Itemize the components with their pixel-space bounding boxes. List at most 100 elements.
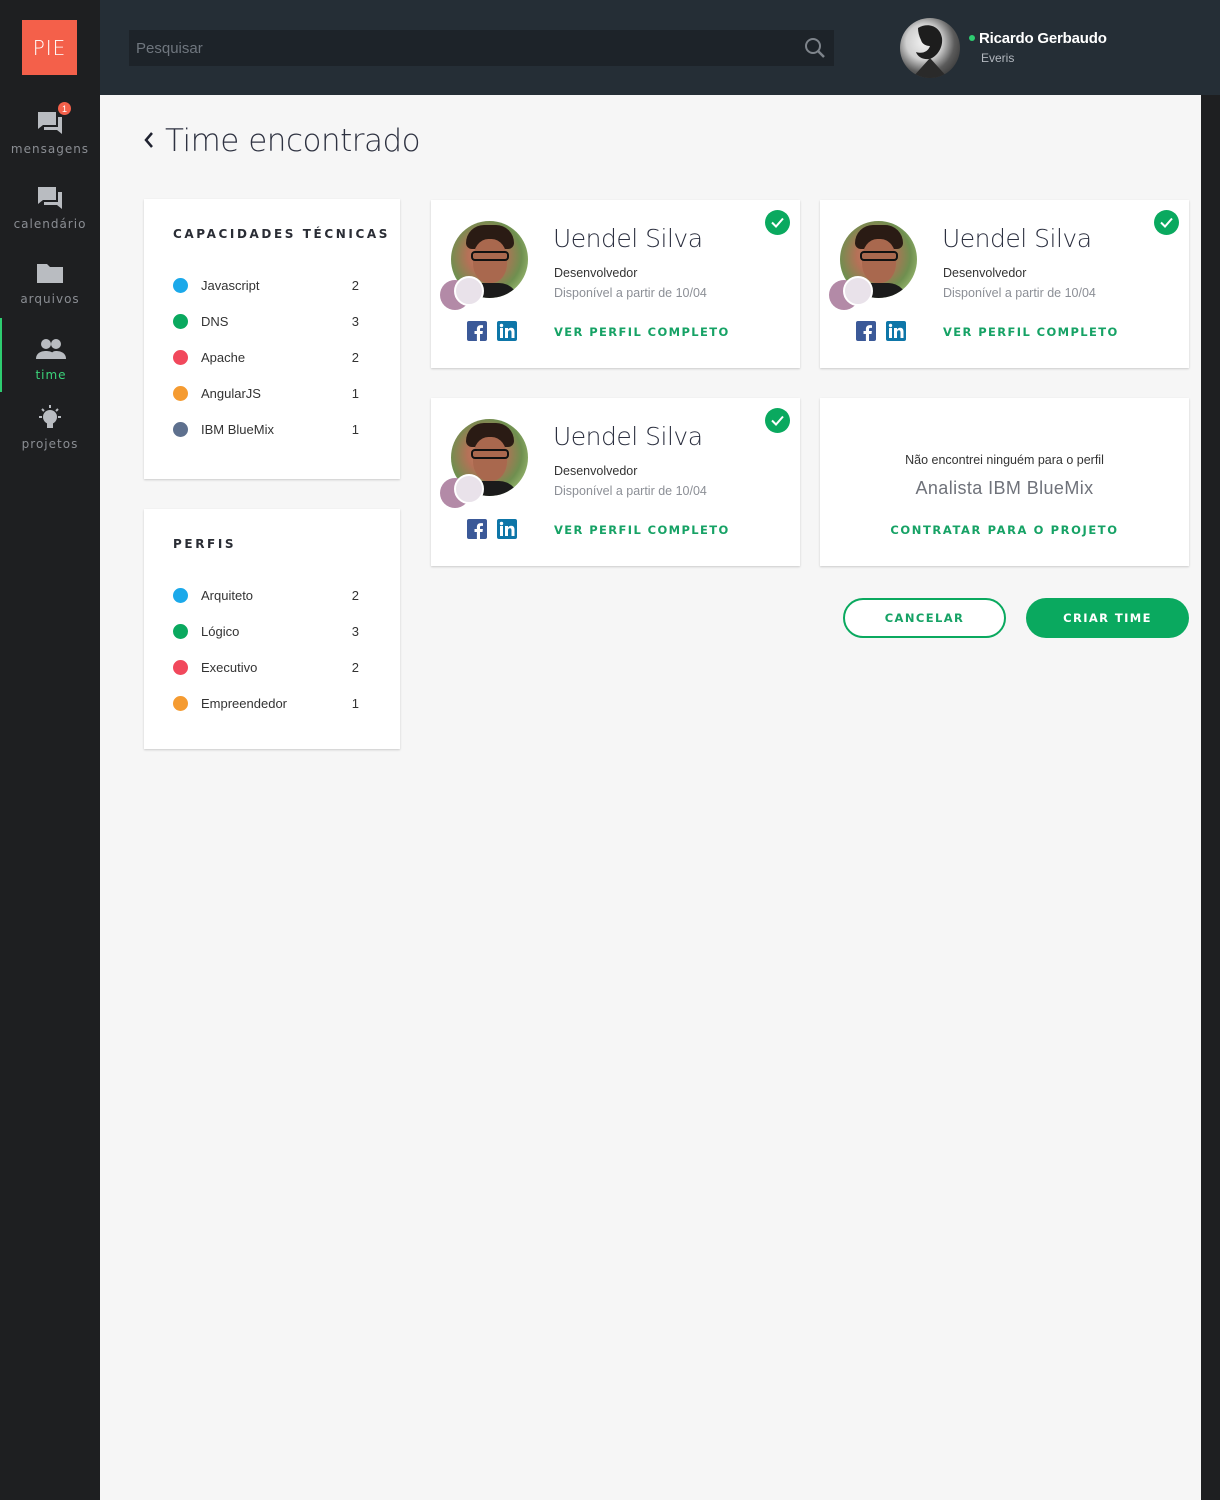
missing-profile-role: Analista IBM BlueMix bbox=[915, 478, 1094, 498]
list-item: AngularJS 1 bbox=[173, 383, 363, 403]
hire-for-project-link[interactable]: CONTRATAR PARA O PROJETO bbox=[820, 523, 1189, 537]
chat-icon: 1 bbox=[35, 102, 71, 138]
list-item: Javascript 2 bbox=[173, 275, 363, 295]
list-item: Lógico 3 bbox=[173, 621, 363, 641]
chat-icon bbox=[35, 183, 65, 213]
sidebar-item-label: arquivos bbox=[20, 292, 80, 306]
sidebar-item-calendario[interactable]: calendário bbox=[0, 183, 100, 253]
color-dot bbox=[173, 660, 188, 675]
panel-title: PERFIS bbox=[173, 537, 237, 551]
check-icon[interactable] bbox=[765, 408, 790, 433]
list-item: Arquiteto 2 bbox=[173, 585, 363, 605]
company-badge-icon bbox=[440, 276, 485, 316]
app-logo[interactable]: PIE bbox=[22, 20, 77, 75]
candidate-card: Uendel Silva Desenvolvedor Disponível a … bbox=[820, 200, 1189, 368]
list-item: DNS 3 bbox=[173, 311, 363, 331]
item-count: 2 bbox=[351, 278, 359, 293]
avatar[interactable] bbox=[900, 18, 960, 78]
item-label: IBM BlueMix bbox=[201, 422, 274, 437]
item-label: DNS bbox=[201, 314, 229, 329]
search-icon[interactable] bbox=[804, 37, 826, 64]
item-label: Arquiteto bbox=[201, 588, 254, 603]
item-label: Javascript bbox=[201, 278, 260, 293]
search-bar bbox=[129, 30, 834, 66]
back-arrow-icon[interactable] bbox=[142, 130, 156, 150]
candidate-card: Uendel Silva Desenvolvedor Disponível a … bbox=[431, 398, 800, 566]
sidebar-item-label: mensagens bbox=[10, 142, 90, 156]
list-item: IBM BlueMix 1 bbox=[173, 419, 363, 439]
sidebar-item-projetos[interactable]: projetos bbox=[0, 403, 100, 473]
sidebar-item-mensagens[interactable]: 1 mensagens bbox=[0, 102, 100, 178]
candidate-availability: Disponível a partir de 10/04 bbox=[943, 286, 1096, 300]
panel-title: CAPACIDADES TÉCNICAS bbox=[173, 227, 391, 241]
sidebar-item-label: calendário bbox=[13, 217, 87, 231]
item-count: 2 bbox=[351, 588, 359, 603]
user-company: Everis bbox=[981, 51, 1015, 65]
list-item: Empreendedor 1 bbox=[173, 693, 363, 713]
color-dot bbox=[173, 624, 188, 639]
candidate-availability: Disponível a partir de 10/04 bbox=[554, 286, 707, 300]
color-dot bbox=[173, 350, 188, 365]
candidate-availability: Disponível a partir de 10/04 bbox=[554, 484, 707, 498]
topbar: Ricardo Gerbaudo Everis bbox=[100, 0, 1220, 95]
search-input[interactable] bbox=[129, 30, 789, 66]
linkedin-icon[interactable] bbox=[886, 321, 906, 341]
sidebar-item-label: projetos bbox=[21, 437, 79, 451]
skills-panel: CAPACIDADES TÉCNICAS Javascript 2 DNS 3 … bbox=[144, 199, 400, 479]
view-profile-link[interactable]: VER PERFIL COMPLETO bbox=[554, 523, 730, 537]
sidebar-item-time[interactable]: time bbox=[0, 318, 100, 392]
cancel-button[interactable]: CANCELAR bbox=[843, 598, 1006, 638]
view-profile-link[interactable]: VER PERFIL COMPLETO bbox=[943, 325, 1119, 339]
missing-profile-card: Não encontrei ninguém para o perfil Anal… bbox=[820, 398, 1189, 566]
list-item: Executivo 2 bbox=[173, 657, 363, 677]
create-team-button[interactable]: CRIAR TIME bbox=[1026, 598, 1189, 638]
candidate-card: Uendel Silva Desenvolvedor Disponível a … bbox=[431, 200, 800, 368]
item-count: 3 bbox=[351, 314, 359, 329]
item-count: 1 bbox=[351, 696, 359, 711]
color-dot bbox=[173, 588, 188, 603]
candidate-name: Uendel Silva bbox=[942, 224, 1092, 253]
check-icon[interactable] bbox=[1154, 210, 1179, 235]
linkedin-icon[interactable] bbox=[497, 519, 517, 539]
item-count: 3 bbox=[351, 624, 359, 639]
page-title: Time encontrado bbox=[165, 123, 421, 159]
color-dot bbox=[173, 422, 188, 437]
item-count: 2 bbox=[351, 350, 359, 365]
color-dot bbox=[173, 314, 188, 329]
linkedin-icon[interactable] bbox=[497, 321, 517, 341]
candidate-role: Desenvolvedor bbox=[943, 266, 1027, 280]
item-label: Executivo bbox=[201, 660, 258, 675]
candidate-role: Desenvolvedor bbox=[554, 266, 638, 280]
candidate-name: Uendel Silva bbox=[553, 422, 703, 451]
folder-icon bbox=[35, 258, 65, 288]
candidate-name: Uendel Silva bbox=[553, 224, 703, 253]
color-dot bbox=[173, 278, 188, 293]
facebook-icon[interactable] bbox=[467, 321, 487, 341]
main-content: Time encontrado CAPACIDADES TÉCNICAS Jav… bbox=[100, 95, 1201, 1500]
item-label: Empreendedor bbox=[201, 696, 287, 711]
unread-badge: 1 bbox=[58, 102, 71, 115]
sidebar-item-label: time bbox=[35, 368, 67, 382]
color-dot bbox=[173, 386, 188, 401]
item-label: Apache bbox=[201, 350, 246, 365]
facebook-icon[interactable] bbox=[856, 321, 876, 341]
profiles-panel: PERFIS Arquiteto 2 Lógico 3 Executivo 2 … bbox=[144, 509, 400, 749]
people-icon bbox=[36, 334, 66, 364]
view-profile-link[interactable]: VER PERFIL COMPLETO bbox=[554, 325, 730, 339]
list-item: Apache 2 bbox=[173, 347, 363, 367]
color-dot bbox=[173, 696, 188, 711]
online-status-indicator bbox=[969, 35, 975, 41]
item-count: 1 bbox=[351, 422, 359, 437]
missing-profile-message: Não encontrei ninguém para o perfil bbox=[905, 453, 1104, 467]
check-icon[interactable] bbox=[765, 210, 790, 235]
sidebar: PIE 1 mensagens calendário arquivos time… bbox=[0, 0, 100, 1500]
item-label: Lógico bbox=[201, 624, 240, 639]
company-badge-icon bbox=[440, 474, 485, 514]
candidate-role: Desenvolvedor bbox=[554, 464, 638, 478]
lightbulb-icon bbox=[35, 403, 65, 433]
user-name: Ricardo Gerbaudo bbox=[979, 30, 1107, 47]
item-count: 2 bbox=[351, 660, 359, 675]
item-count: 1 bbox=[351, 386, 359, 401]
facebook-icon[interactable] bbox=[467, 519, 487, 539]
company-badge-icon bbox=[829, 276, 874, 316]
